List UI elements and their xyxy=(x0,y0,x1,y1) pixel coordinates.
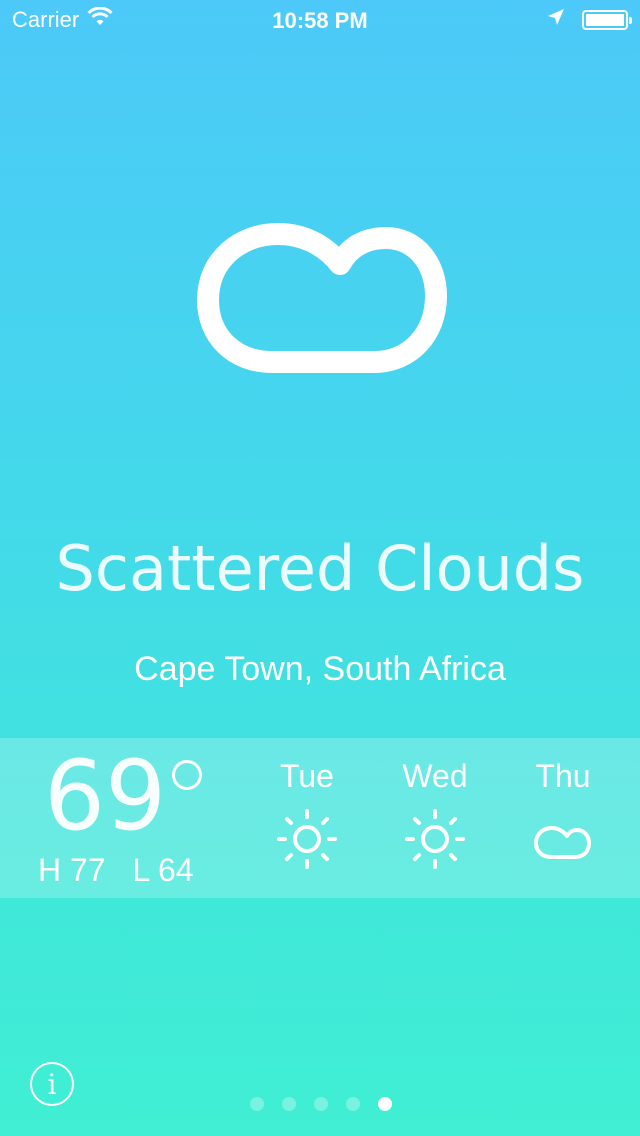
page-dot[interactable] xyxy=(346,1097,360,1111)
high-low: H 77 L 64 xyxy=(38,852,212,889)
forecast-day-label: Wed xyxy=(402,758,468,794)
location-label: Cape Town, South Africa xyxy=(134,650,506,688)
high-temperature: H 77 xyxy=(38,852,106,888)
sun-icon xyxy=(257,807,357,876)
page-indicator[interactable] xyxy=(250,1097,392,1111)
page-dot[interactable] xyxy=(282,1097,296,1111)
current-temperature: 69 xyxy=(44,740,167,852)
battery-fill xyxy=(586,14,624,26)
weather-condition: Scattered Clouds xyxy=(55,532,585,605)
page-dot[interactable] xyxy=(250,1097,264,1111)
forecast-day-wed: Wed xyxy=(385,758,485,876)
low-temperature: L 64 xyxy=(132,852,194,888)
info-icon: i xyxy=(47,1067,57,1101)
status-bar: Carrier 10:58 PM xyxy=(0,0,640,40)
page-dot[interactable] xyxy=(314,1097,328,1111)
cloud-icon xyxy=(513,807,613,876)
sun-icon xyxy=(385,807,485,876)
forecast-day-label: Tue xyxy=(280,758,334,794)
cloud-icon xyxy=(190,188,450,382)
forecast-band: 69 H 77 L 64 Tue Wed Thu xyxy=(0,738,640,898)
battery-icon xyxy=(582,10,632,30)
degree-symbol xyxy=(172,760,202,790)
forecast-day-thu: Thu xyxy=(513,758,613,876)
info-button[interactable]: i xyxy=(30,1062,74,1106)
forecast-day-tue: Tue xyxy=(257,758,357,876)
status-time: 10:58 PM xyxy=(272,8,368,33)
page-dot-active[interactable] xyxy=(378,1097,392,1111)
forecast-day-label: Thu xyxy=(535,758,591,794)
